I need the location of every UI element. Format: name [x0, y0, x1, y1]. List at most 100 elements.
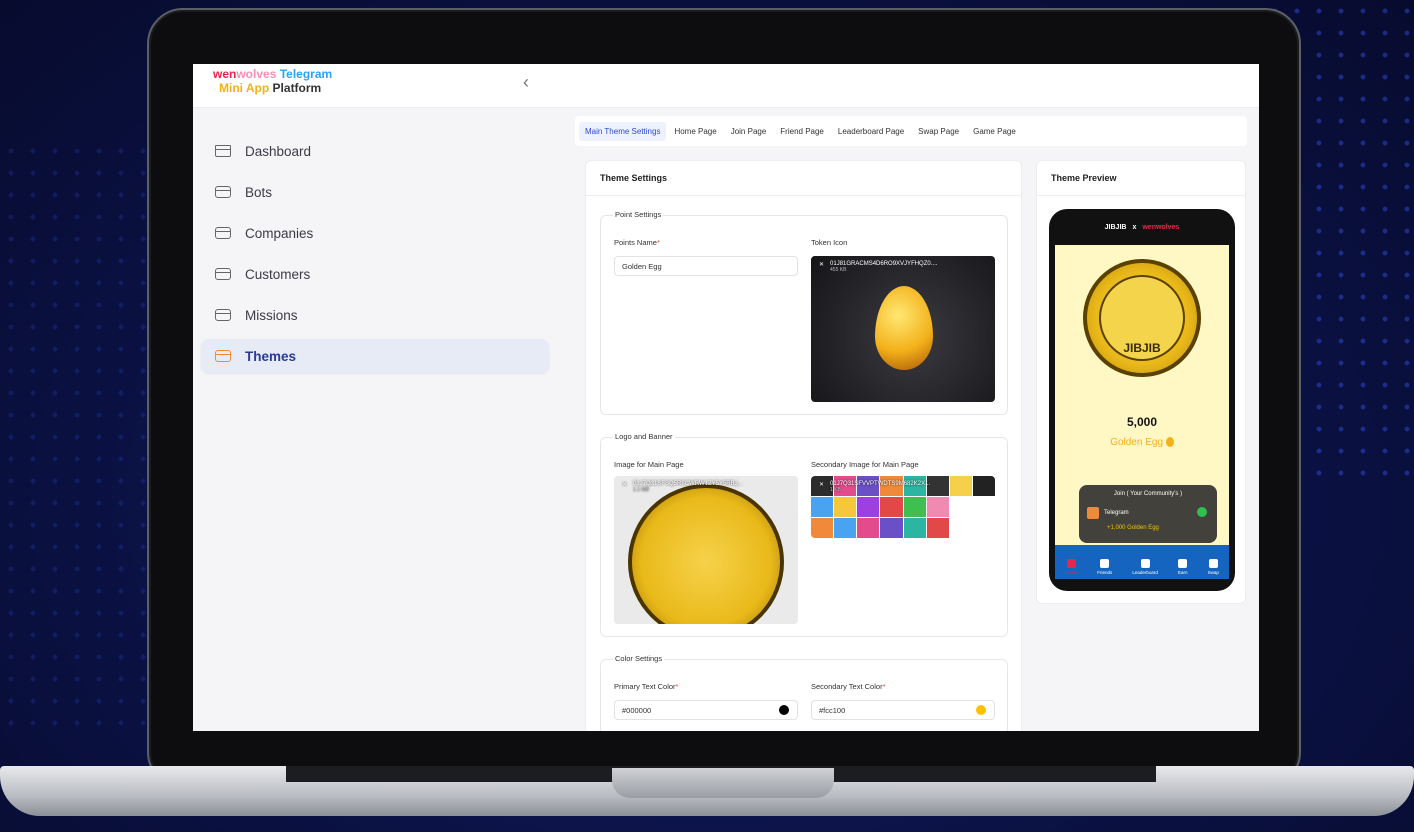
brand-telegram: Telegram — [276, 67, 333, 81]
box-icon — [215, 268, 231, 280]
sidebar-item-label: Missions — [245, 307, 298, 323]
box-icon — [215, 227, 231, 239]
preview-unit-text: Golden Egg — [1110, 437, 1164, 448]
sidebar-item-missions[interactable]: Missions — [201, 298, 549, 332]
join-reward: +1,000 Golden Egg — [1107, 525, 1159, 531]
tab-friend-page[interactable]: Friend Page — [774, 122, 830, 141]
group-legend: Point Settings — [613, 210, 664, 219]
tab-swap-page[interactable]: Swap Page — [912, 122, 965, 141]
secondary-image-upload[interactable]: ✕ 01J7Q31SFVVPTWDTS9M682K2X... 1 KB — [811, 476, 995, 538]
file-meta: ✕ 01J7Q31SFSQ5R8CWRW1ZY5Y5RB.j... 1.1 MB — [622, 481, 743, 493]
file-meta: ✕ 01J7Q31SFVVPTWDTS9M682K2X... 1 KB — [819, 481, 930, 493]
preview-point-unit: Golden Egg — [1055, 437, 1229, 448]
token-icon-upload[interactable]: ✕ 01J81GRACMS4D6RO9XVJYFHQZ0.... 455 KB — [811, 256, 995, 402]
sidebar-item-label: Themes — [245, 348, 297, 364]
nav-label: Leaderboard — [1132, 570, 1158, 575]
file-size: 1.1 MB — [633, 487, 649, 493]
join-item-label: Telegram — [1104, 510, 1129, 516]
sidebar-item-label: Companies — [245, 225, 314, 241]
join-community-card: Join ( Your Community's ) Telegram +1,00… — [1079, 485, 1217, 543]
required-mark: * — [882, 682, 886, 691]
nav-earn: Earn — [1178, 559, 1188, 575]
nav-swap: Swap — [1208, 559, 1219, 575]
nav-home: Home — [1065, 559, 1077, 575]
gamepad-icon — [1178, 559, 1188, 568]
divider — [1037, 195, 1245, 196]
nav-leaderboard: Leaderboard — [1132, 559, 1158, 575]
primary-color-swatch[interactable] — [779, 705, 789, 715]
box-icon — [215, 309, 231, 321]
sidebar-item-label: Customers — [245, 266, 311, 282]
nav-label: Home — [1065, 570, 1078, 575]
secondary-color-input[interactable]: #fcc100 — [811, 700, 995, 720]
remove-file-icon[interactable]: ✕ — [622, 481, 627, 493]
file-name: 01J7Q31SFSQ5R8CWRW1ZY5Y5RB.j... — [633, 481, 743, 487]
sidebar-item-label: Dashboard — [245, 143, 312, 159]
home-icon — [215, 145, 231, 157]
sidebar: Dashboard Bots Companies Customers Missi… — [193, 108, 563, 731]
file-meta: ✕ 01J81GRACMS4D6RO9XVJYFHQZ0.... 455 KB — [819, 261, 937, 273]
box-icon — [215, 350, 231, 362]
secondary-color-swatch[interactable] — [976, 705, 986, 715]
tab-game-page[interactable]: Game Page — [967, 122, 1022, 141]
sidebar-item-dashboard[interactable]: Dashboard — [201, 134, 549, 168]
tab-join-page[interactable]: Join Page — [725, 122, 773, 141]
point-settings-group: Point Settings Points Name* Golden Egg T… — [600, 210, 1008, 415]
secondary-image-label: Secondary Image for Main Page — [811, 460, 919, 469]
phone-mockup: JIBJIB x wenwolves JIBJIB 5,000 Golden Egg… — [1049, 209, 1235, 591]
tab-main-theme-settings[interactable]: Main Theme Settings — [579, 121, 667, 141]
nav-label: Earn — [1178, 570, 1188, 575]
sidebar-item-customers[interactable]: Customers — [201, 257, 549, 291]
tab-leaderboard-page[interactable]: Leaderboard Page — [832, 122, 910, 141]
file-size: 1 KB — [830, 487, 841, 493]
remove-file-icon[interactable]: ✕ — [819, 261, 824, 273]
token-icon-label: Token Icon — [811, 238, 848, 247]
sidebar-item-bots[interactable]: Bots — [201, 175, 549, 209]
tab-home-page[interactable]: Home Page — [668, 122, 722, 141]
brand-wen: wen — [213, 67, 237, 81]
secondary-color-label: Secondary Text Color* — [811, 682, 886, 691]
brand-platform: Platform — [269, 81, 322, 95]
primary-color-label-text: Primary Text Color — [614, 682, 676, 691]
points-name-input[interactable]: Golden Egg — [614, 256, 798, 276]
nav-label: Friends — [1097, 570, 1113, 575]
laptop-notch — [612, 768, 834, 798]
sidebar-item-themes[interactable]: Themes — [201, 339, 549, 373]
check-icon — [1197, 507, 1207, 517]
primary-color-label: Primary Text Color* — [614, 682, 678, 691]
golden-egg-image — [875, 286, 933, 370]
logo-banner-group: Logo and Banner Image for Main Page ✕ 01J… — [600, 432, 1008, 637]
topbar: wenwolves Telegram Mini App Platform ‹ — [193, 64, 1259, 108]
remove-file-icon[interactable]: ✕ — [819, 481, 824, 493]
file-name: 01J7Q31SFVVPTWDTS9M682K2X... — [830, 481, 931, 487]
brand-mini-app: Mini App — [219, 81, 270, 95]
primary-color-value: #000000 — [622, 705, 652, 715]
join-title: Join ( Your Community's ) — [1113, 491, 1183, 497]
secondary-color-label-text: Secondary Text Color — [811, 682, 883, 691]
brand-logo: wenwolves Telegram Mini App Platform — [213, 67, 332, 95]
home-icon — [1066, 559, 1076, 568]
box-icon — [215, 186, 231, 198]
secondary-color-value: #fcc100 — [819, 705, 846, 715]
required-mark: * — [656, 238, 660, 247]
app-window: wenwolves Telegram Mini App Platform ‹ D… — [193, 64, 1259, 731]
theme-preview-panel: Theme Preview JIBJIB x wenwolves JIBJIB 5,… — [1036, 160, 1246, 604]
preview-brand-right: wenwolves — [1142, 223, 1180, 231]
preview-title: Theme Preview — [1051, 173, 1117, 183]
rocket-icon — [1140, 559, 1150, 568]
coin-label: JIBJIB — [1123, 341, 1161, 355]
collapse-sidebar-icon[interactable]: ‹ — [523, 72, 529, 93]
join-item: Telegram — [1087, 507, 1129, 519]
required-mark: * — [675, 682, 679, 691]
main-image-upload[interactable]: ✕ 01J7Q31SFSQ5R8CWRW1ZY5Y5RB.j... 1.1 MB — [614, 476, 798, 624]
brand-wolves: wolves — [236, 67, 277, 81]
sidebar-item-companies[interactable]: Companies — [201, 216, 549, 250]
primary-color-input[interactable]: #000000 — [614, 700, 798, 720]
telegram-icon — [1087, 507, 1099, 519]
swap-icon — [1208, 559, 1218, 568]
group-legend: Color Settings — [613, 654, 665, 663]
file-size: 455 KB — [830, 267, 847, 273]
preview-screen: JIBJIB 5,000 Golden Egg Join ( Your Comm… — [1055, 245, 1229, 545]
points-name-label-text: Points Name — [614, 238, 657, 247]
theme-settings-panel: Theme Settings Point Settings Points Nam… — [585, 160, 1022, 731]
